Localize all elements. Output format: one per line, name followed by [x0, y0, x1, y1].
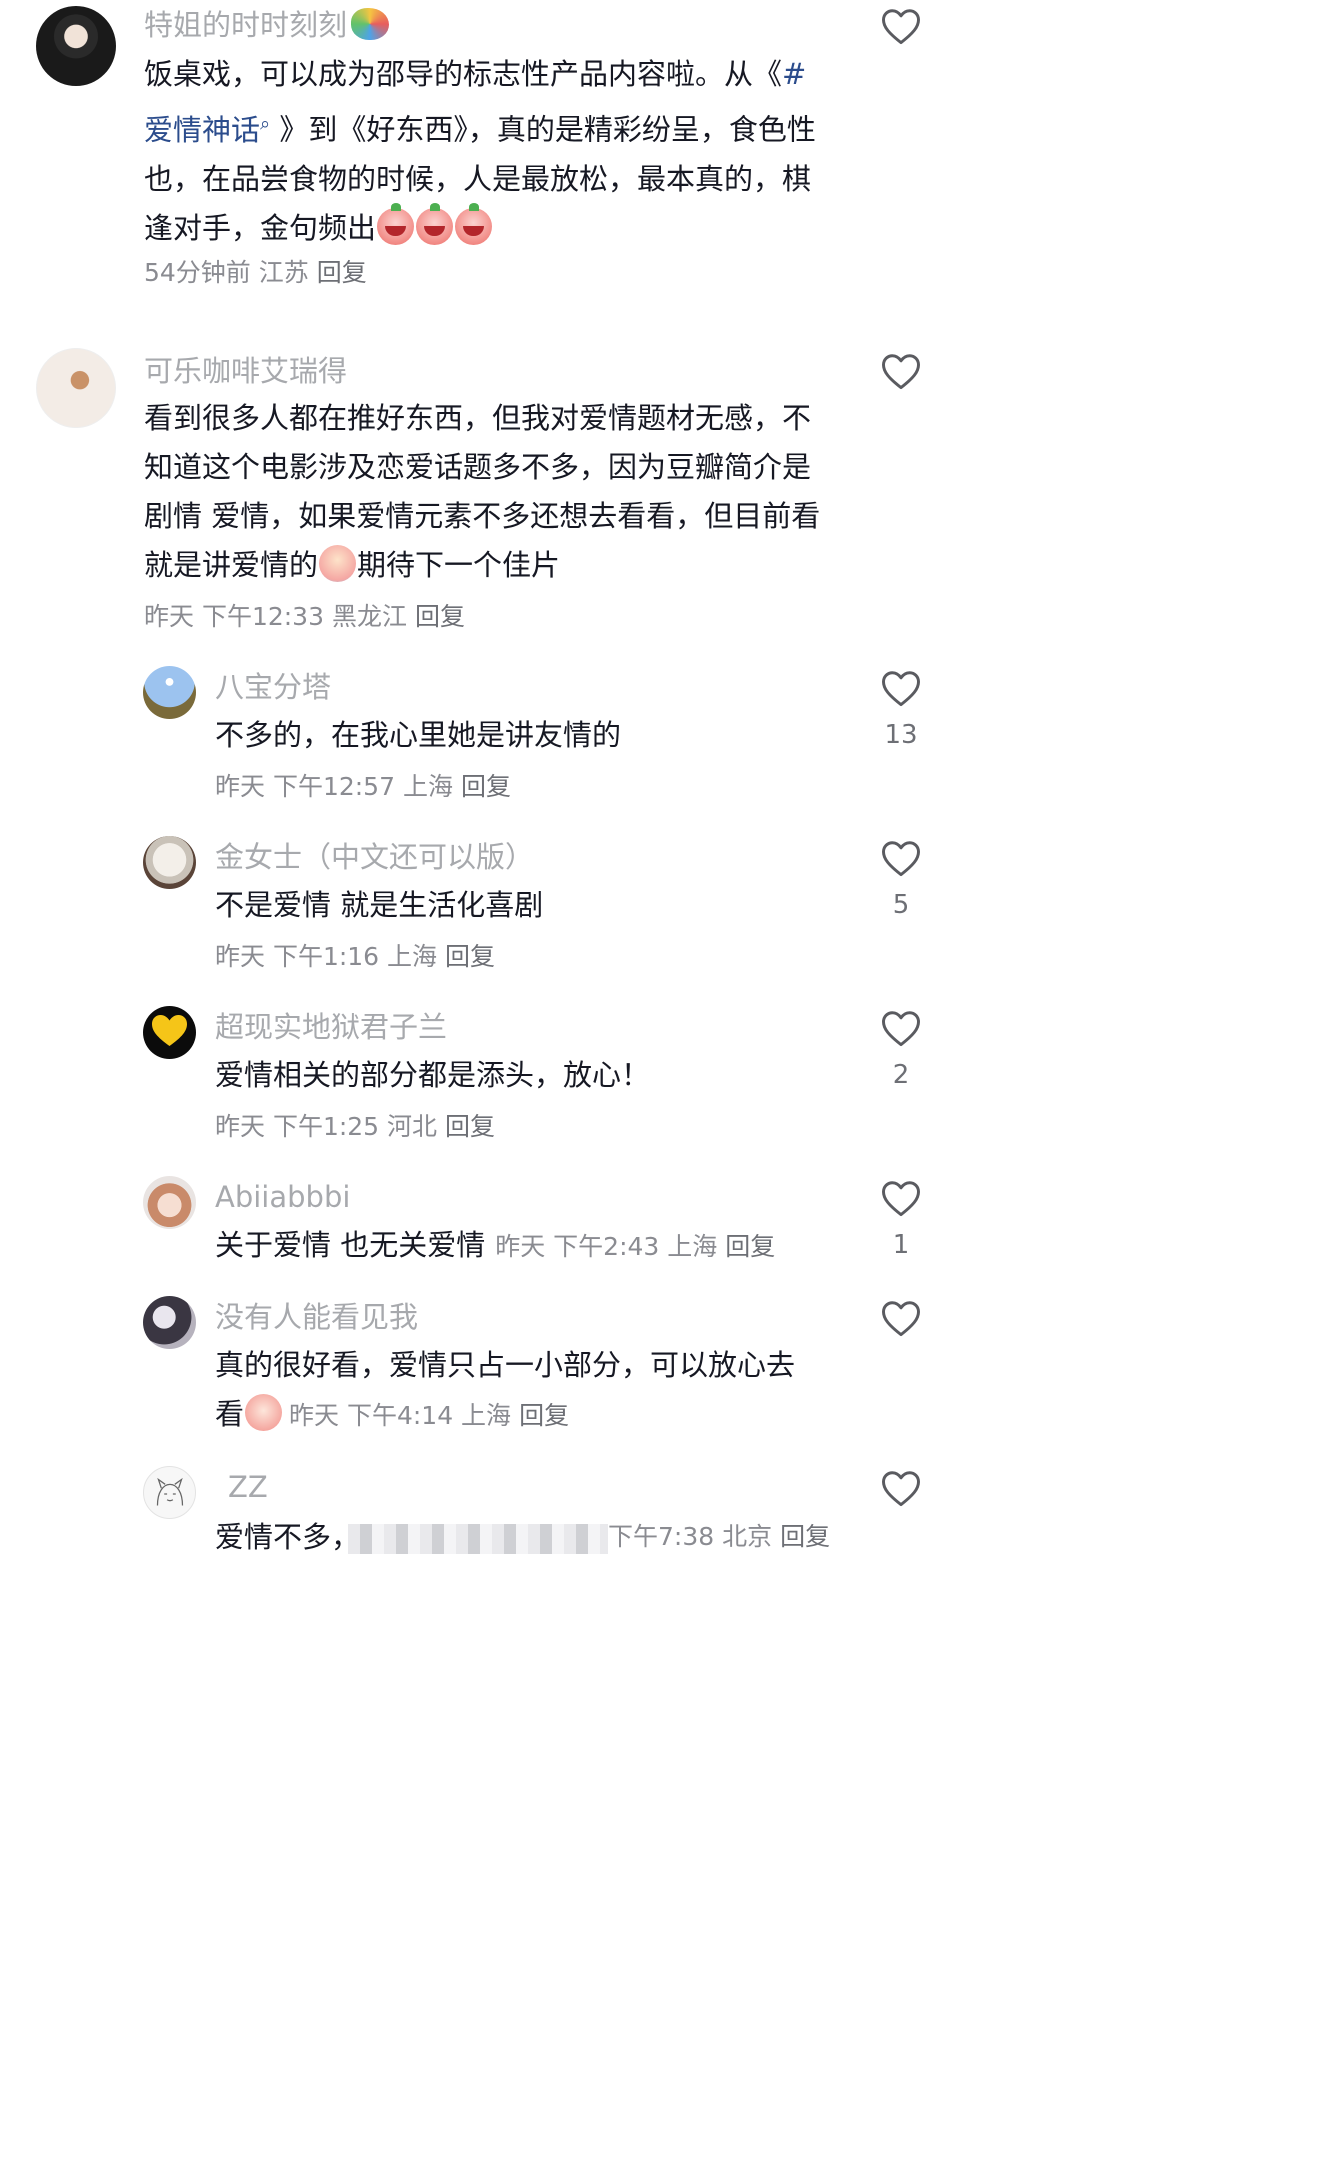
like-button[interactable]	[880, 1468, 922, 1508]
reply-button[interactable]: 回复	[519, 1401, 569, 1430]
avatar[interactable]	[36, 348, 116, 428]
comment-item: 特姐的时时刻刻 饭桌戏，可以成为邵导的标志性产品内容啦。从《# 爱情神话⌕ 》到…	[0, 0, 960, 300]
like-button[interactable]	[880, 1298, 922, 1338]
reply-item: ZZ 爱情不多， 下午7:38 北京 回复	[0, 1466, 960, 1568]
reply-button[interactable]: 回复	[445, 942, 495, 971]
yellow-heart-icon	[152, 1015, 187, 1046]
reply-content: 爱情相关的部分都是添头，放心！	[215, 1058, 651, 1092]
reply-item: 金女士（中文还可以版） 不是爱情 就是生活化喜剧 昨天 下午1:16 上海 回复 …	[0, 836, 960, 986]
like-button[interactable]	[880, 668, 922, 708]
avatar[interactable]	[143, 1176, 196, 1229]
reply-button[interactable]: 回复	[461, 772, 511, 801]
like-button[interactable]	[880, 351, 922, 391]
comment-meta: 昨天 下午12:33 黑龙江 回复	[144, 602, 465, 631]
reply-button[interactable]: 回复	[415, 602, 465, 631]
reply-content: 真的很好看，爱情只占一小部分，可以放心去看昨天 下午4:14 上海 回复	[215, 1348, 796, 1431]
avatar[interactable]	[36, 6, 116, 86]
reply-item: 八宝分塔 不多的，在我心里她是讲友情的 昨天 下午12:57 上海 回复 13	[0, 666, 960, 816]
reply-username[interactable]: Abiiabbbi	[215, 1178, 350, 1216]
laugh-emoji-icon	[416, 202, 454, 245]
heart-outline-icon	[882, 1011, 920, 1047]
reply-meta: 昨天 下午2:43 上海 回复	[495, 1232, 776, 1261]
reply-username[interactable]: 八宝分塔	[215, 668, 331, 706]
like-button[interactable]	[880, 1178, 922, 1218]
heart-outline-icon	[882, 671, 920, 707]
avatar[interactable]	[143, 1466, 196, 1519]
reply-meta: 昨天 下午12:57 上海 回复	[215, 772, 511, 801]
comment-item: 可乐咖啡艾瑞得 看到很多人都在推好东西，但我对爱情题材无感，不知道这个电影涉及恋…	[0, 344, 960, 644]
reply-item: 没有人能看见我 真的很好看，爱情只占一小部分，可以放心去看昨天 下午4:14 上…	[0, 1296, 960, 1446]
heart-outline-icon	[882, 1181, 920, 1217]
reply-button[interactable]: 回复	[445, 1112, 495, 1141]
like-count: 13	[884, 720, 918, 750]
kiss-emoji-icon	[245, 1394, 283, 1431]
reply-username[interactable]: 超现实地狱君子兰	[215, 1008, 447, 1046]
heart-outline-icon	[882, 1301, 920, 1337]
comment-content: 看到很多人都在推好东西，但我对爱情题材无感，不知道这个电影涉及恋爱话题多不多，因…	[144, 401, 821, 582]
avatar[interactable]	[143, 836, 196, 889]
heart-outline-icon	[882, 9, 920, 45]
comment-username[interactable]: 特姐的时时刻刻	[144, 6, 390, 44]
reply-content: 不多的，在我心里她是讲友情的	[215, 718, 622, 752]
reply-meta: 下午7:38 北京 回复	[608, 1522, 831, 1551]
laugh-emoji-icon	[455, 202, 493, 245]
reply-item: 超现实地狱君子兰 爱情相关的部分都是添头，放心！ 昨天 下午1:25 河北 回复 …	[0, 1006, 960, 1156]
search-icon: ⌕	[260, 113, 271, 134]
reply-button[interactable]: 回复	[780, 1522, 830, 1551]
laugh-emoji-icon	[377, 202, 415, 245]
comment-content: 饭桌戏，可以成为邵导的标志性产品内容啦。从《# 爱情神话⌕ 》到《好东西》，真的…	[144, 57, 816, 245]
heart-outline-icon	[882, 1471, 920, 1507]
obscured-area	[348, 1524, 608, 1554]
reply-content: 关于爱情 也无关爱情 昨天 下午2:43 上海 回复	[215, 1228, 776, 1262]
like-count: 5	[892, 890, 910, 920]
avatar[interactable]	[143, 1006, 196, 1059]
like-button[interactable]	[880, 6, 922, 46]
comment-meta: 54分钟前 江苏 回复	[144, 258, 367, 287]
reply-username[interactable]: 没有人能看见我	[215, 1298, 418, 1336]
heart-outline-icon	[882, 354, 920, 390]
reply-button[interactable]: 回复	[725, 1232, 775, 1261]
reply-item: Abiiabbbi 关于爱情 也无关爱情 昨天 下午2:43 上海 回复 1	[0, 1176, 960, 1286]
avatar[interactable]	[143, 1296, 196, 1349]
reply-button[interactable]: 回复	[317, 258, 367, 287]
reply-username[interactable]: ZZ	[228, 1468, 268, 1506]
reply-meta: 昨天 下午4:14 上海 回复	[289, 1401, 570, 1430]
reply-username[interactable]: 金女士（中文还可以版）	[215, 838, 534, 876]
like-button[interactable]	[880, 1008, 922, 1048]
reply-content: 不是爱情 就是生活化喜剧	[215, 888, 544, 922]
comment-username[interactable]: 可乐咖啡艾瑞得	[144, 352, 347, 390]
like-count: 2	[892, 1060, 910, 1090]
avatar[interactable]	[143, 666, 196, 719]
like-count: 1	[892, 1230, 910, 1260]
reply-meta: 昨天 下午1:16 上海 回复	[215, 942, 496, 971]
palette-emoji-icon	[351, 8, 390, 40]
crying-emoji-icon	[319, 545, 357, 582]
heart-outline-icon	[882, 841, 920, 877]
reply-meta: 昨天 下午1:25 河北 回复	[215, 1112, 496, 1141]
like-button[interactable]	[880, 838, 922, 878]
sketch-cat-icon	[156, 1477, 184, 1506]
